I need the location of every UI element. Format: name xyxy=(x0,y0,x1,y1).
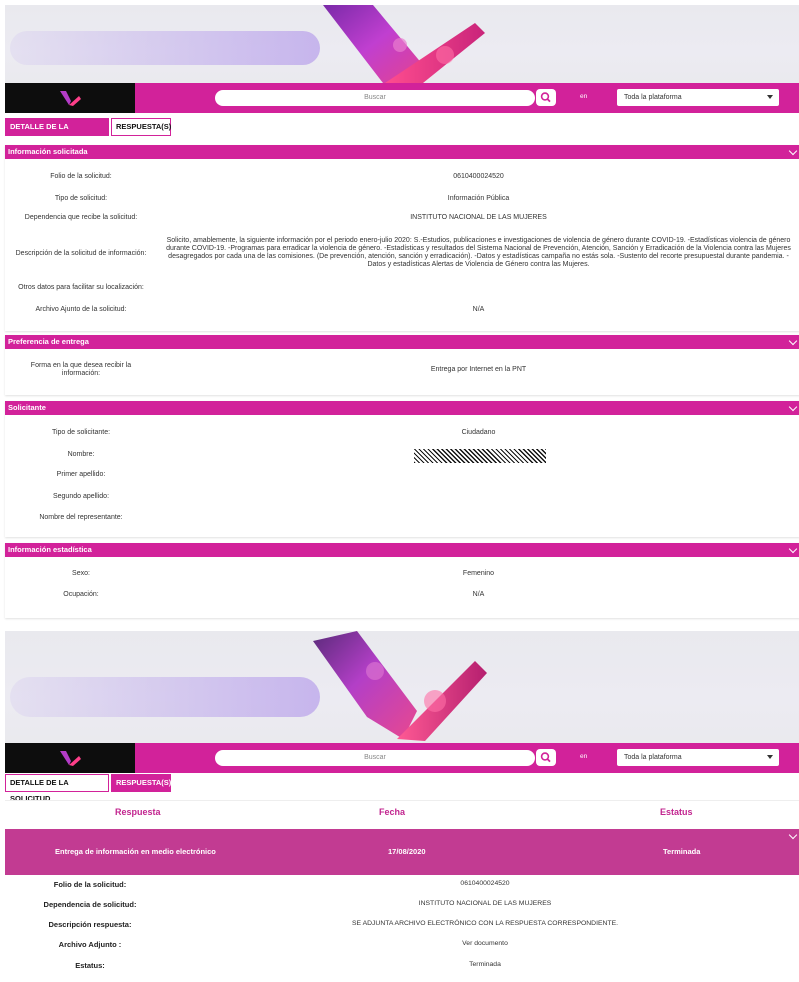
caret-down-icon xyxy=(767,755,773,759)
field-label: Sexo: xyxy=(72,570,90,577)
response-type: Entrega de información en medio electrón… xyxy=(55,847,216,856)
search-input[interactable]: Buscar xyxy=(215,750,535,766)
search-button[interactable] xyxy=(536,89,556,106)
field-value: N/A xyxy=(472,591,485,598)
scope-select[interactable]: Toda la plataforma xyxy=(617,89,779,106)
panel-title: Información solicitada xyxy=(8,147,88,156)
field-value: Femenino xyxy=(462,570,495,577)
field-label: Primer apellido: xyxy=(56,471,106,478)
banner xyxy=(5,5,799,83)
top-nav: Buscar en Toda la plataforma xyxy=(5,743,799,773)
search-input[interactable]: Buscar xyxy=(215,90,535,106)
field-value: INSTITUTO NACIONAL DE LAS MUJERES xyxy=(410,214,547,221)
column-header-fecha: Fecha xyxy=(379,807,406,817)
panel-estadistica: Información estadística Sexo: Femenino O… xyxy=(5,543,799,618)
search-icon xyxy=(540,92,551,103)
response-date: 17/08/2020 xyxy=(388,847,426,856)
field-value: Información Pública xyxy=(447,195,510,202)
screen-detalle: Buscar en Toda la plataforma DETALLE DE … xyxy=(0,0,799,622)
detail-row: Archivo Adjunto : Ver documento xyxy=(5,940,799,952)
logo-ribbon-icon xyxy=(60,91,81,106)
detail-label: Estatus: xyxy=(75,961,105,970)
field-label: Segundo apellido: xyxy=(52,493,110,500)
ver-documento-link[interactable]: Ver documento xyxy=(180,940,790,947)
panel-header[interactable]: Solicitante xyxy=(5,401,799,415)
scope-connector: en xyxy=(580,93,588,100)
detail-value: SE ADJUNTA ARCHIVO ELECTRÓNICO CON LA RE… xyxy=(351,920,618,927)
detail-value: Terminada xyxy=(469,961,501,968)
logo[interactable] xyxy=(5,83,135,113)
detail-row: Descripción respuesta: SE ADJUNTA ARCHIV… xyxy=(5,920,799,932)
tab-detalle[interactable]: DETALLE DE LA SOLICITUD xyxy=(5,774,109,803)
chevron-down-icon[interactable] xyxy=(788,544,798,554)
panel-header[interactable]: Información solicitada xyxy=(5,145,799,159)
redaction-block xyxy=(414,449,546,463)
screen-respuestas: Buscar en Toda la plataforma DETALLE DE … xyxy=(0,628,799,982)
detail-label: Descripción respuesta: xyxy=(48,920,132,929)
field-label: Archivo Ajunto de la solicitud: xyxy=(35,306,127,313)
panel-solicitante: Solicitante Tipo de solicitante: Ciudada… xyxy=(5,401,799,537)
banner xyxy=(5,631,799,743)
field-value: N/A xyxy=(472,306,485,313)
scope-select-value: Toda la plataforma xyxy=(624,94,682,101)
detail-value: INSTITUTO NACIONAL DE LAS MUJERES xyxy=(418,900,552,907)
panel-preferencia: Preferencia de entrega Forma en la que d… xyxy=(5,335,799,395)
panel-title: Preferencia de entrega xyxy=(8,337,89,346)
detail-label: Dependencia de solicitud: xyxy=(43,900,137,909)
search-button[interactable] xyxy=(536,749,556,766)
column-header-respuesta: Respuesta xyxy=(115,807,161,817)
detail-row: Dependencia de solicitud: INSTITUTO NACI… xyxy=(5,900,799,912)
logo[interactable] xyxy=(5,743,135,773)
search-icon xyxy=(540,752,551,763)
panel-title: Información estadística xyxy=(8,545,92,554)
tab-respuestas[interactable]: RESPUESTA(S) xyxy=(111,118,171,136)
field-label: Forma en la que desea recibir la informa… xyxy=(30,362,132,377)
panel-info-solicitada: Información solicitada Folio de la solic… xyxy=(5,145,799,331)
field-label: Tipo de solicitud: xyxy=(54,195,108,202)
field-label: Tipo de solicitante: xyxy=(51,429,111,436)
panel-header[interactable]: Preferencia de entrega xyxy=(5,335,799,349)
field-label: Ocupación: xyxy=(63,591,99,598)
panel-title: Solicitante xyxy=(8,403,46,412)
chevron-down-icon[interactable] xyxy=(788,336,798,346)
tab-detalle[interactable]: DETALLE DE LA SOLICITUD xyxy=(5,118,109,147)
field-value-redacted xyxy=(5,449,799,466)
detail-row: Folio de la solicitud: 0610400024520 xyxy=(5,880,799,892)
scope-select-value: Toda la plataforma xyxy=(624,754,682,761)
chevron-down-icon[interactable] xyxy=(788,146,798,156)
field-label: Otros datos para facilitar su localizaci… xyxy=(18,284,144,291)
detail-label: Archivo Adjunto : xyxy=(58,940,122,949)
panel-header[interactable]: Información estadística xyxy=(5,543,799,557)
chevron-down-icon[interactable] xyxy=(788,830,798,840)
detail-row: Estatus: Terminada xyxy=(5,961,799,973)
field-label: Descripción de la solicitud de informaci… xyxy=(15,250,147,257)
tab-respuestas[interactable]: RESPUESTA(S) xyxy=(111,774,171,792)
field-value: Ciudadano xyxy=(461,429,496,436)
detail-value: 0610400024520 xyxy=(460,880,510,887)
chevron-down-icon[interactable] xyxy=(788,402,798,412)
top-nav: Buscar en Toda la plataforma xyxy=(5,83,799,113)
field-value: 0610400024520 xyxy=(453,173,504,180)
banner-ribbon-icon xyxy=(323,5,485,83)
response-status: Terminada xyxy=(663,847,701,856)
scope-select[interactable]: Toda la plataforma xyxy=(617,749,779,766)
scope-connector: en xyxy=(580,753,588,760)
field-value: Solicito, amablemente, la siguiente info… xyxy=(166,237,791,268)
detail-label: Folio de la solicitud: xyxy=(53,880,127,889)
caret-down-icon xyxy=(767,95,773,99)
column-header-estatus: Estatus xyxy=(660,807,693,817)
field-label: Nombre del representante: xyxy=(39,514,123,521)
response-row[interactable]: Entrega de información en medio electrón… xyxy=(5,829,799,875)
field-label: Dependencia que recibe la solicitud: xyxy=(24,214,138,221)
field-label: Folio de la solicitud: xyxy=(50,173,112,180)
logo-ribbon-icon xyxy=(60,751,81,766)
field-value: Entrega por Internet en la PNT xyxy=(430,366,527,373)
banner-ribbon-icon xyxy=(313,631,487,741)
responses-table-header: Respuesta Fecha Estatus xyxy=(5,800,799,824)
